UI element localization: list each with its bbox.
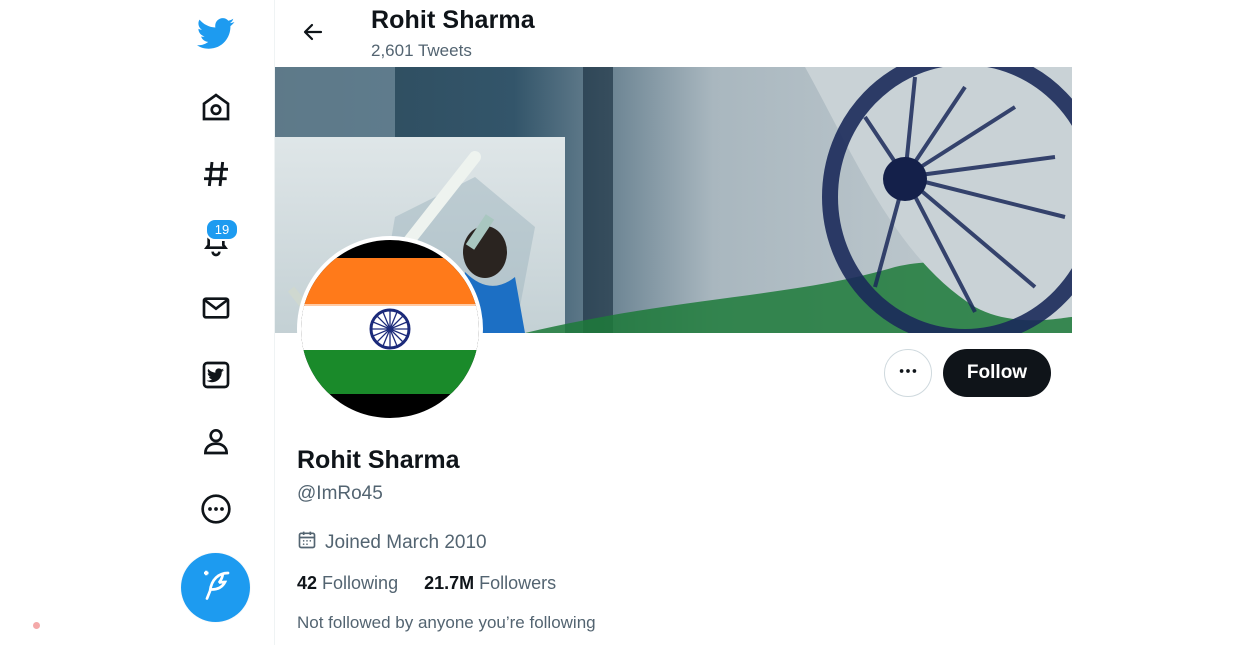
calendar-icon [297, 530, 317, 556]
joined-date: Joined March 2010 [297, 530, 487, 556]
explore-hashtag-icon[interactable] [197, 155, 235, 193]
more-circle-icon[interactable] [197, 490, 235, 528]
compose-tweet-button[interactable] [181, 553, 250, 622]
home-icon[interactable] [197, 88, 235, 126]
profile-name: Rohit Sharma [297, 446, 460, 474]
following-label: Following [322, 573, 399, 593]
notifications-badge: 19 [205, 218, 239, 241]
profile-header: Rohit Sharma 2,601 Tweets [275, 0, 1072, 67]
followers-count: 21.7M [424, 573, 475, 593]
profile-handle: @ImRo45 [297, 483, 383, 504]
status-dot [33, 622, 40, 629]
avatar-image [301, 240, 479, 418]
follow-stats: 42 Following 21.7M Followers [297, 573, 556, 594]
more-horizontal-icon [897, 360, 919, 387]
following-link[interactable]: 42 Following [297, 573, 398, 594]
followers-link[interactable]: 21.7M Followers [424, 573, 556, 594]
messages-mail-icon[interactable] [197, 289, 235, 327]
header-tweet-count: 2,601 Tweets [371, 41, 472, 60]
following-count: 42 [297, 573, 318, 593]
profile-avatar[interactable] [297, 236, 483, 422]
twitter-logo-icon[interactable] [197, 15, 235, 53]
twitter-blue-icon[interactable] [197, 356, 235, 394]
more-options-button[interactable] [884, 349, 932, 397]
followers-label: Followers [479, 573, 557, 593]
header-title: Rohit Sharma [371, 6, 535, 34]
joined-text: Joined March 2010 [325, 532, 487, 553]
follow-button[interactable]: Follow [943, 349, 1051, 397]
back-arrow-icon[interactable] [295, 14, 331, 50]
profile-icon[interactable] [197, 422, 235, 460]
compose-feather-icon [198, 567, 234, 608]
sidebar: 19 [0, 0, 275, 645]
followed-by-note: Not followed by anyone you’re following [297, 613, 596, 632]
